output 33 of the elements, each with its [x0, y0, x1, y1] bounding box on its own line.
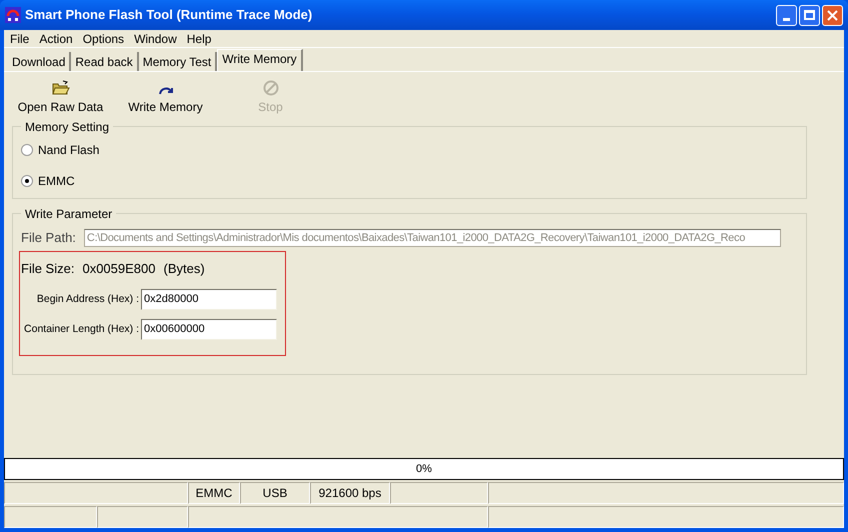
- file-size-label: File Size:: [21, 260, 74, 278]
- minimize-button[interactable]: [776, 4, 797, 26]
- status-cell: USB: [240, 482, 310, 504]
- menu-item[interactable]: Window: [131, 30, 180, 48]
- toolbar-button[interactable]: Open Raw Data: [8, 76, 113, 116]
- prohibited-icon: [262, 80, 278, 96]
- maximize-button[interactable]: [799, 4, 820, 26]
- progress-text: 0%: [416, 462, 432, 477]
- input-field[interactable]: 0x00600000: [141, 319, 277, 340]
- file-size-value: 0x0059E800: [82, 260, 156, 278]
- radio-button[interactable]: [21, 144, 33, 156]
- close-button[interactable]: [822, 4, 843, 26]
- menu-item[interactable]: Help: [184, 30, 214, 48]
- window-title: Smart Phone Flash Tool (Runtime Trace Mode): [25, 6, 312, 24]
- status-cell: EMMC: [188, 482, 240, 504]
- close-icon: [827, 10, 838, 20]
- file-size-unit: (Bytes): [163, 260, 205, 278]
- menu-item[interactable]: Action: [36, 30, 76, 48]
- menu-item[interactable]: Options: [80, 30, 128, 48]
- tab[interactable]: Write Memory: [217, 49, 303, 71]
- field-label: File Path:: [21, 229, 76, 247]
- radio-button[interactable]: [21, 175, 33, 187]
- app-icon: [5, 7, 21, 23]
- radio-label: EMMC: [38, 173, 75, 190]
- menu-item[interactable]: File: [7, 30, 32, 48]
- field-label: Container Length (Hex) :: [23, 322, 140, 337]
- radio-label: Nand Flash: [38, 142, 100, 159]
- field-label: Begin Address (Hex) :: [36, 292, 140, 307]
- toolbar-button[interactable]: Write Memory: [113, 76, 218, 116]
- input-field[interactable]: 0x2d80000: [141, 289, 277, 310]
- curved-arrow-icon: [158, 86, 172, 96]
- status-cell: 921600 bps: [310, 482, 390, 504]
- folder-icon: [52, 80, 70, 96]
